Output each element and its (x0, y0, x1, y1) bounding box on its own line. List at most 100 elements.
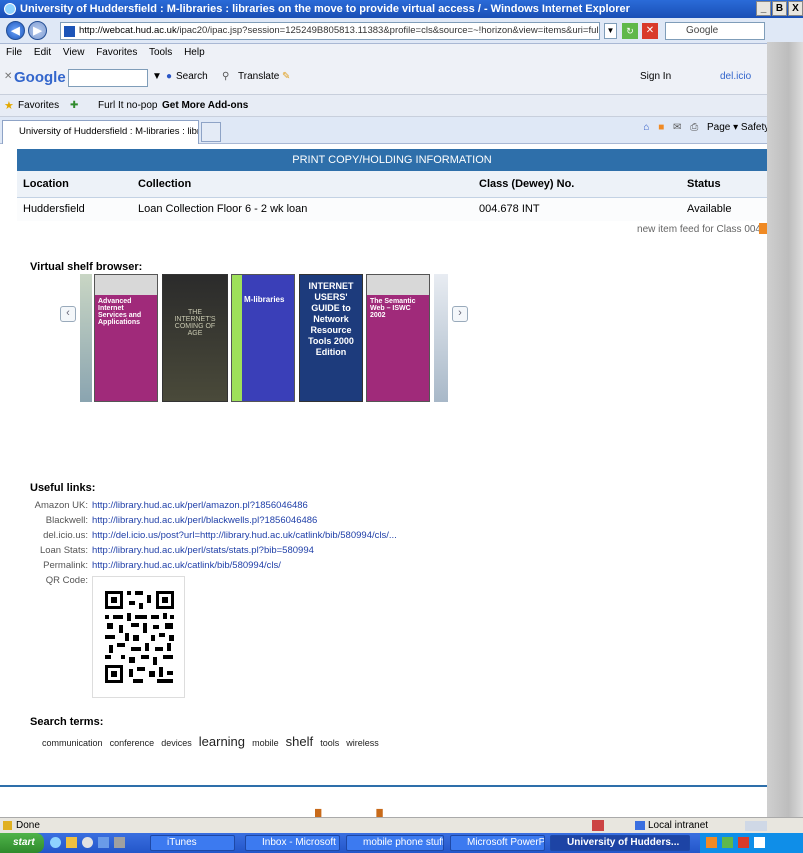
google-search-button[interactable]: Search (176, 71, 208, 82)
term-link[interactable]: mobile (252, 738, 279, 748)
link-url[interactable]: http://library.hud.ac.uk/perl/amazon.pl?… (92, 500, 308, 511)
status-bar: Done Local intranet (0, 817, 803, 833)
translate-button[interactable]: Translate (238, 71, 279, 82)
delicious-button[interactable]: del.icio (720, 71, 751, 82)
mail-icon[interactable]: ✉ (673, 122, 681, 133)
link-row: Loan Stats: http://library.hud.ac.uk/perl… (30, 545, 314, 558)
menu-edit[interactable]: Edit (34, 47, 51, 58)
new-tab-button[interactable] (201, 122, 221, 142)
home-icon[interactable]: ⌂ (643, 122, 649, 133)
link-url[interactable]: http://library.hud.ac.uk/catlink/bib/580… (92, 560, 281, 571)
book-cover[interactable]: Advanced Internet Services and Applicati… (94, 274, 158, 402)
signin-button[interactable]: Sign In (640, 71, 671, 82)
quicklaunch-app-icon[interactable] (114, 837, 125, 848)
security-icon (592, 820, 604, 831)
maximize-button[interactable]: B (772, 1, 787, 16)
start-button[interactable]: start (0, 833, 44, 853)
forward-button[interactable]: ▶ (28, 21, 47, 40)
favorite-link-addons[interactable]: Get More Add-ons (162, 95, 248, 117)
minimize-button[interactable]: _ (756, 1, 771, 16)
taskbar-item-outlook[interactable]: Inbox - Microsoft Outlook (245, 835, 340, 851)
quicklaunch-chrome-icon[interactable] (82, 837, 93, 848)
footer-divider (0, 785, 767, 787)
url-path: /ipac20/ipac.jsp?session=125249B805813.1… (176, 25, 600, 36)
tab-active[interactable]: University of Huddersfield : M-libraries… (2, 120, 199, 144)
add-favorite-icon[interactable]: ✚ (70, 95, 78, 117)
tab-row: University of Huddersfield : M-libraries… (0, 117, 803, 144)
close-button[interactable]: X (788, 1, 803, 16)
rss-feed-icon[interactable] (759, 223, 767, 234)
taskbar: start iTunes Inbox - Microsoft Outlook m… (0, 833, 803, 853)
book-cover-partial[interactable] (80, 274, 92, 402)
favorite-link-furl[interactable]: Furl It no-pop (98, 95, 157, 117)
zone-text: Local intranet (648, 820, 709, 831)
feeds-icon[interactable]: ■ (658, 122, 664, 133)
shelf-prev-button[interactable]: ‹ (60, 306, 76, 322)
google-search-icon[interactable]: ● (166, 71, 172, 82)
zone-icon (635, 821, 645, 830)
term-link[interactable]: wireless (346, 738, 379, 748)
stop-icon[interactable]: ✕ (642, 23, 658, 39)
address-input[interactable]: http://webcat.hud.ac.uk/ipac20/ipac.jsp?… (60, 22, 600, 40)
term-link[interactable]: learning (199, 734, 245, 749)
quicklaunch-ie-icon[interactable] (50, 837, 61, 848)
col-collection: Collection (132, 171, 473, 198)
col-location: Location (17, 171, 132, 198)
refresh-icon[interactable]: ↻ (622, 23, 638, 39)
tray-app-icon[interactable] (706, 837, 717, 848)
col-class: Class (Dewey) No. (473, 171, 681, 198)
link-url[interactable]: http://del.icio.us/post?url=http://libra… (92, 530, 397, 541)
print-icon[interactable]: ⎙ (690, 122, 698, 133)
book-cover[interactable]: M-libraries (231, 274, 295, 402)
shelf-browser-label: Virtual shelf browser: (30, 261, 143, 273)
pencil-icon[interactable]: ✎ (282, 71, 290, 82)
quicklaunch-firefox-icon[interactable] (66, 837, 77, 848)
google-search-input[interactable] (68, 69, 148, 87)
google-search-dropdown-icon[interactable]: ▼ (152, 71, 162, 82)
search-terms-cloud: communication conference devices learnin… (42, 734, 383, 749)
favorites-bar: ★ Favorites ✚ Furl It no-pop Get More Ad… (0, 95, 803, 117)
taskbar-item-itunes[interactable]: iTunes (150, 835, 235, 851)
menu-view[interactable]: View (63, 47, 85, 58)
background-blur (767, 42, 803, 817)
favorites-button[interactable]: Favorites (18, 95, 59, 117)
cell-class: 004.678 INT (473, 197, 681, 221)
taskbar-item-powerpoint[interactable]: Microsoft PowerPoint - [... (450, 835, 545, 851)
web-search-input[interactable]: Google (665, 22, 765, 40)
shelf-next-button[interactable]: › (452, 306, 468, 322)
book-cover[interactable]: THE INTERNET'S COMING OF AGE (162, 274, 228, 402)
menu-file[interactable]: File (6, 47, 22, 58)
back-button[interactable]: ◀ (6, 21, 25, 40)
cell-status: Available (681, 197, 767, 221)
tray-app-icon[interactable] (722, 837, 733, 848)
magnifier-icon[interactable]: ⚲ (222, 71, 229, 82)
term-link[interactable]: devices (161, 738, 192, 748)
quicklaunch-desktop-icon[interactable] (98, 837, 109, 848)
menu-favorites[interactable]: Favorites (96, 47, 137, 58)
link-label: Blackwell: (45, 515, 88, 526)
address-dropdown-icon[interactable]: ▼ (604, 23, 617, 39)
term-link[interactable]: shelf (286, 734, 313, 749)
term-link[interactable]: communication (42, 738, 103, 748)
toolbar-close-icon[interactable]: ✕ (4, 71, 12, 82)
protected-mode-icon (745, 821, 767, 831)
link-row: Permalink: http://library.hud.ac.uk/catli… (30, 560, 281, 573)
link-label: Loan Stats: (39, 545, 88, 556)
link-url[interactable]: http://library.hud.ac.uk/perl/stats/stat… (92, 545, 314, 556)
link-url[interactable]: http://library.hud.ac.uk/perl/blackwells… (92, 515, 317, 526)
window-title-bar: University of Huddersfield : M-libraries… (0, 0, 803, 18)
taskbar-item-ie[interactable]: University of Hudders... (550, 835, 690, 851)
tray-app-icon[interactable] (738, 837, 749, 848)
menu-help[interactable]: Help (184, 47, 205, 58)
book-cover[interactable]: The Semantic Web – ISWC 2002 (366, 274, 430, 402)
book-cover-partial[interactable] (434, 274, 448, 402)
link-label: del.icio.us: (43, 530, 88, 541)
tray-app-icon[interactable] (754, 837, 765, 848)
book-cover[interactable]: INTERNET USERS' GUIDE to Network Resourc… (299, 274, 363, 402)
term-link[interactable]: conference (110, 738, 155, 748)
menu-bar: File Edit View Favorites Tools Help (0, 44, 803, 61)
new-item-feed-link[interactable]: new item feed for Class 004 (637, 224, 761, 235)
term-link[interactable]: tools (320, 738, 339, 748)
taskbar-item-folder[interactable]: mobile phone stuff (346, 835, 444, 851)
menu-tools[interactable]: Tools (149, 47, 172, 58)
